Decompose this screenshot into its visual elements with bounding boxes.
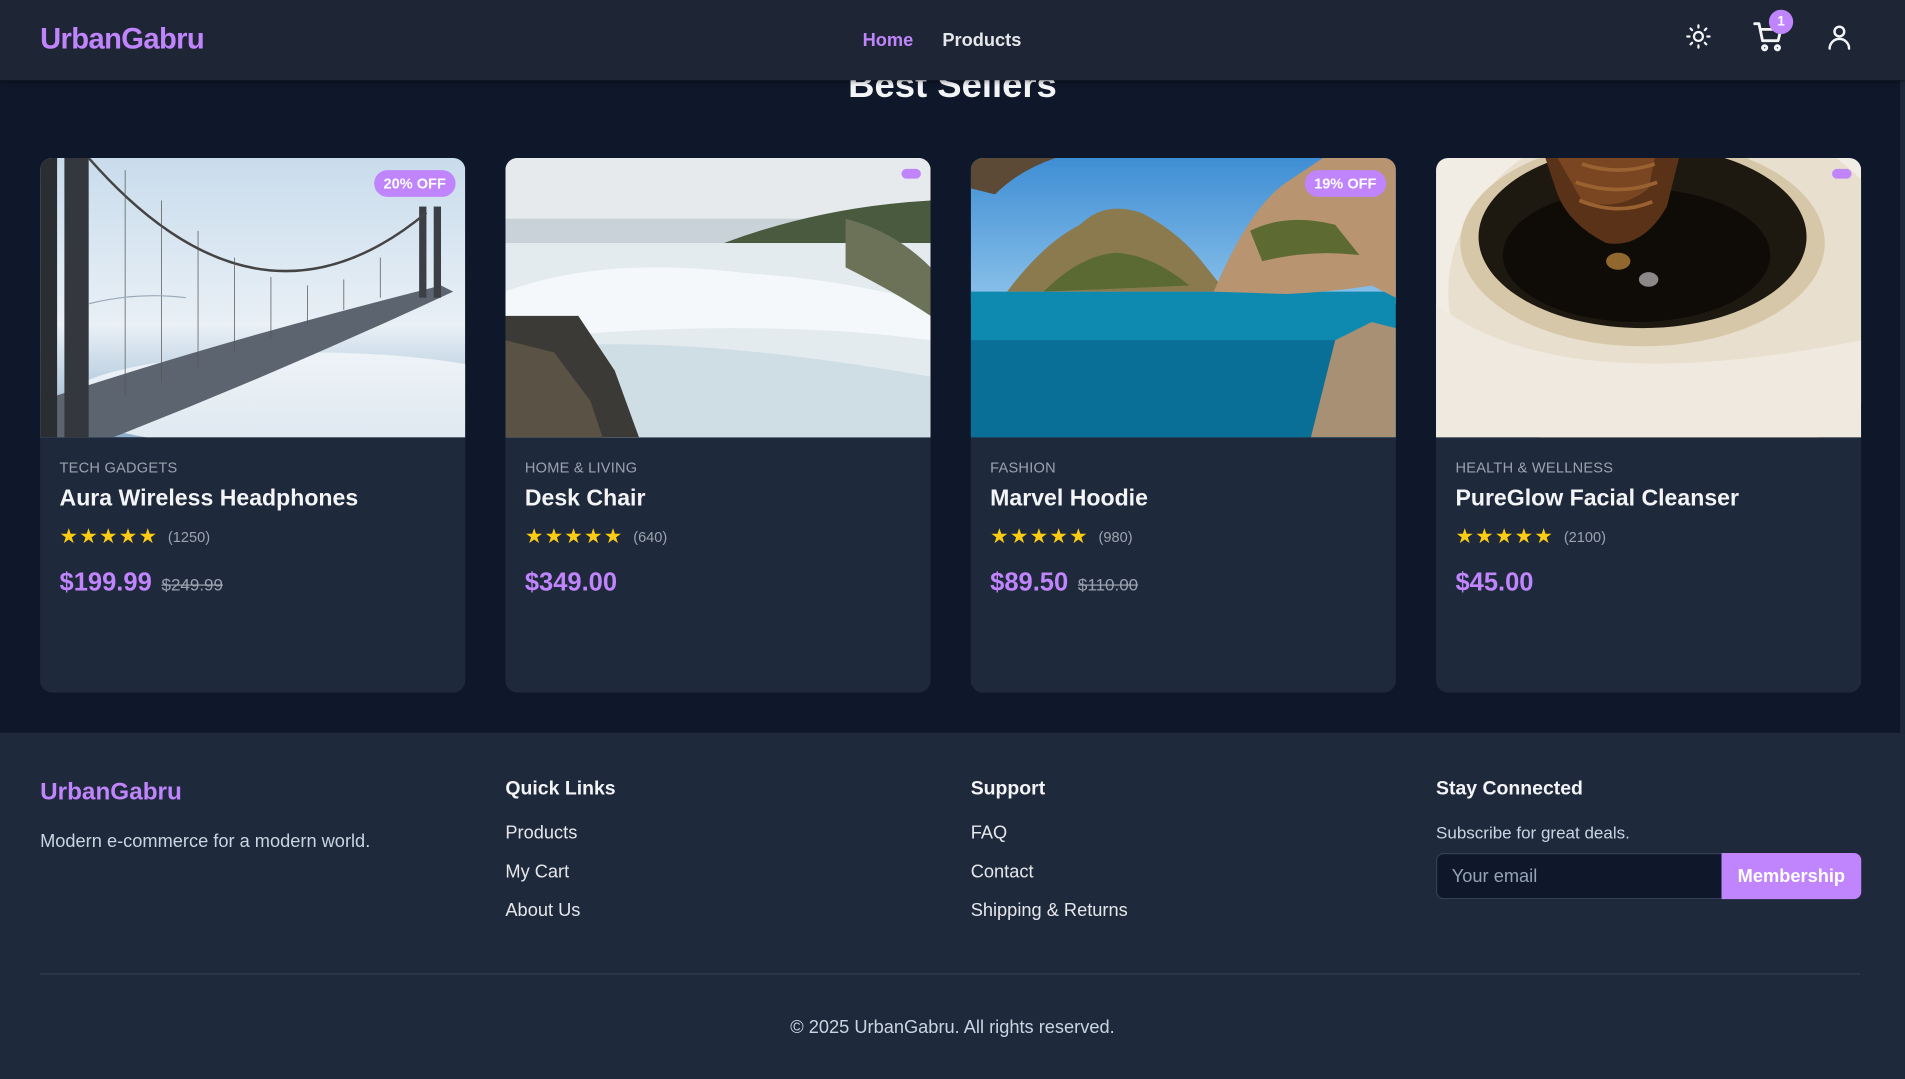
- product-category: TECH GADGETS: [59, 459, 178, 477]
- product-card[interactable]: 20% OFF TECH GADGETS Aura Wireless Headp…: [40, 157, 466, 693]
- footer-heading: Support: [970, 778, 1046, 800]
- discount-badge: 19% OFF: [1304, 170, 1387, 197]
- cart-count-badge: 1: [1768, 9, 1794, 35]
- product-name[interactable]: PureGlow Facial Cleanser: [1455, 486, 1841, 513]
- product-price: $199.99: [59, 568, 152, 597]
- copyright-text: © 2025 UrbanGabru. All rights reserved.: [790, 1017, 1115, 1038]
- nav-link-products[interactable]: Products: [942, 30, 1021, 51]
- product-card[interactable]: 19% OFF FASHION Marvel Hoodie ★★★★★ (980…: [970, 157, 1396, 693]
- star-rating-icon: ★★★★★: [990, 524, 1089, 549]
- footer-logo[interactable]: UrbanGabru: [40, 779, 370, 807]
- subscribe-form: Membership: [1436, 853, 1862, 900]
- email-field[interactable]: [1436, 853, 1722, 900]
- footer-brand: UrbanGabru Modern e-commerce for a moder…: [40, 779, 370, 852]
- membership-button[interactable]: Membership: [1721, 853, 1862, 900]
- product-category: FASHION: [990, 459, 1056, 477]
- footer: UrbanGabru Modern e-commerce for a moder…: [0, 732, 1905, 1079]
- product-name[interactable]: Aura Wireless Headphones: [60, 486, 446, 513]
- product-name[interactable]: Marvel Hoodie: [990, 486, 1376, 513]
- product-card[interactable]: HOME & LIVING Desk Chair ★★★★★ (640) $34…: [505, 157, 931, 693]
- review-count: (980): [1098, 528, 1133, 546]
- user-icon[interactable]: [1822, 19, 1856, 53]
- product-rating: ★★★★★ (980): [990, 525, 1376, 549]
- nav-link-home[interactable]: Home: [863, 30, 914, 51]
- footer-link-products[interactable]: Products: [505, 823, 615, 844]
- footer-heading: Quick Links: [505, 778, 616, 800]
- footer-quick-links: Quick Links Products My Cart About Us: [505, 779, 615, 939]
- original-price: $110.00: [1077, 574, 1139, 595]
- review-count: (2100): [1563, 528, 1606, 546]
- product-rating: ★★★★★ (2100): [1455, 525, 1841, 549]
- subscribe-text: Subscribe for great deals.: [1436, 822, 1630, 843]
- star-rating-icon: ★★★★★: [1455, 524, 1555, 549]
- discount-badge: 20% OFF: [373, 170, 456, 197]
- footer-divider: [40, 973, 1861, 975]
- product-image[interactable]: [505, 157, 931, 438]
- product-rating: ★★★★★ (640): [525, 525, 911, 549]
- discount-badge: [1832, 168, 1852, 179]
- product-grid: 20% OFF TECH GADGETS Aura Wireless Headp…: [40, 157, 1862, 693]
- footer-stay-connected: Stay Connected Subscribe for great deals…: [1436, 778, 1862, 900]
- footer-support: Support FAQ Contact Shipping & Returns: [971, 779, 1128, 939]
- star-rating-icon: ★★★★★: [59, 524, 159, 549]
- footer-link-about-us[interactable]: About Us: [505, 900, 615, 921]
- footer-link-faq[interactable]: FAQ: [971, 823, 1128, 844]
- star-rating-icon: ★★★★★: [524, 524, 624, 549]
- product-category: HOME & LIVING: [524, 459, 638, 477]
- sun-icon[interactable]: [1681, 19, 1715, 53]
- original-price: $249.99: [161, 574, 223, 595]
- nav-icons: 1: [1681, 9, 1856, 53]
- cart-icon[interactable]: 1: [1752, 9, 1794, 53]
- product-image[interactable]: [1436, 157, 1862, 438]
- product-card[interactable]: HEALTH & WELLNESS PureGlow Facial Cleans…: [1436, 157, 1862, 693]
- review-count: (1250): [167, 528, 211, 546]
- discount-badge: [901, 168, 921, 179]
- navbar: UrbanGabru Home Products 1: [0, 0, 1905, 81]
- product-price: $349.00: [524, 568, 618, 597]
- product-rating: ★★★★★ (1250): [60, 525, 446, 549]
- footer-heading: Stay Connected: [1436, 778, 1583, 800]
- site-logo[interactable]: UrbanGabru: [40, 23, 205, 57]
- footer-link-contact[interactable]: Contact: [971, 862, 1128, 883]
- footer-tagline: Modern e-commerce for a modern world.: [40, 831, 371, 852]
- product-price: $89.50: [990, 568, 1069, 597]
- footer-link-shipping-returns[interactable]: Shipping & Returns: [971, 900, 1128, 921]
- review-count: (640): [633, 528, 668, 546]
- product-image[interactable]: 19% OFF: [970, 157, 1396, 438]
- product-name[interactable]: Desk Chair: [525, 486, 911, 513]
- footer-link-my-cart[interactable]: My Cart: [505, 862, 615, 883]
- product-image[interactable]: 20% OFF: [40, 157, 466, 438]
- scrollbar[interactable]: [1900, 80, 1905, 733]
- product-category: HEALTH & WELLNESS: [1455, 459, 1614, 477]
- main-nav: Home Products: [863, 30, 1022, 51]
- product-price: $45.00: [1455, 568, 1534, 597]
